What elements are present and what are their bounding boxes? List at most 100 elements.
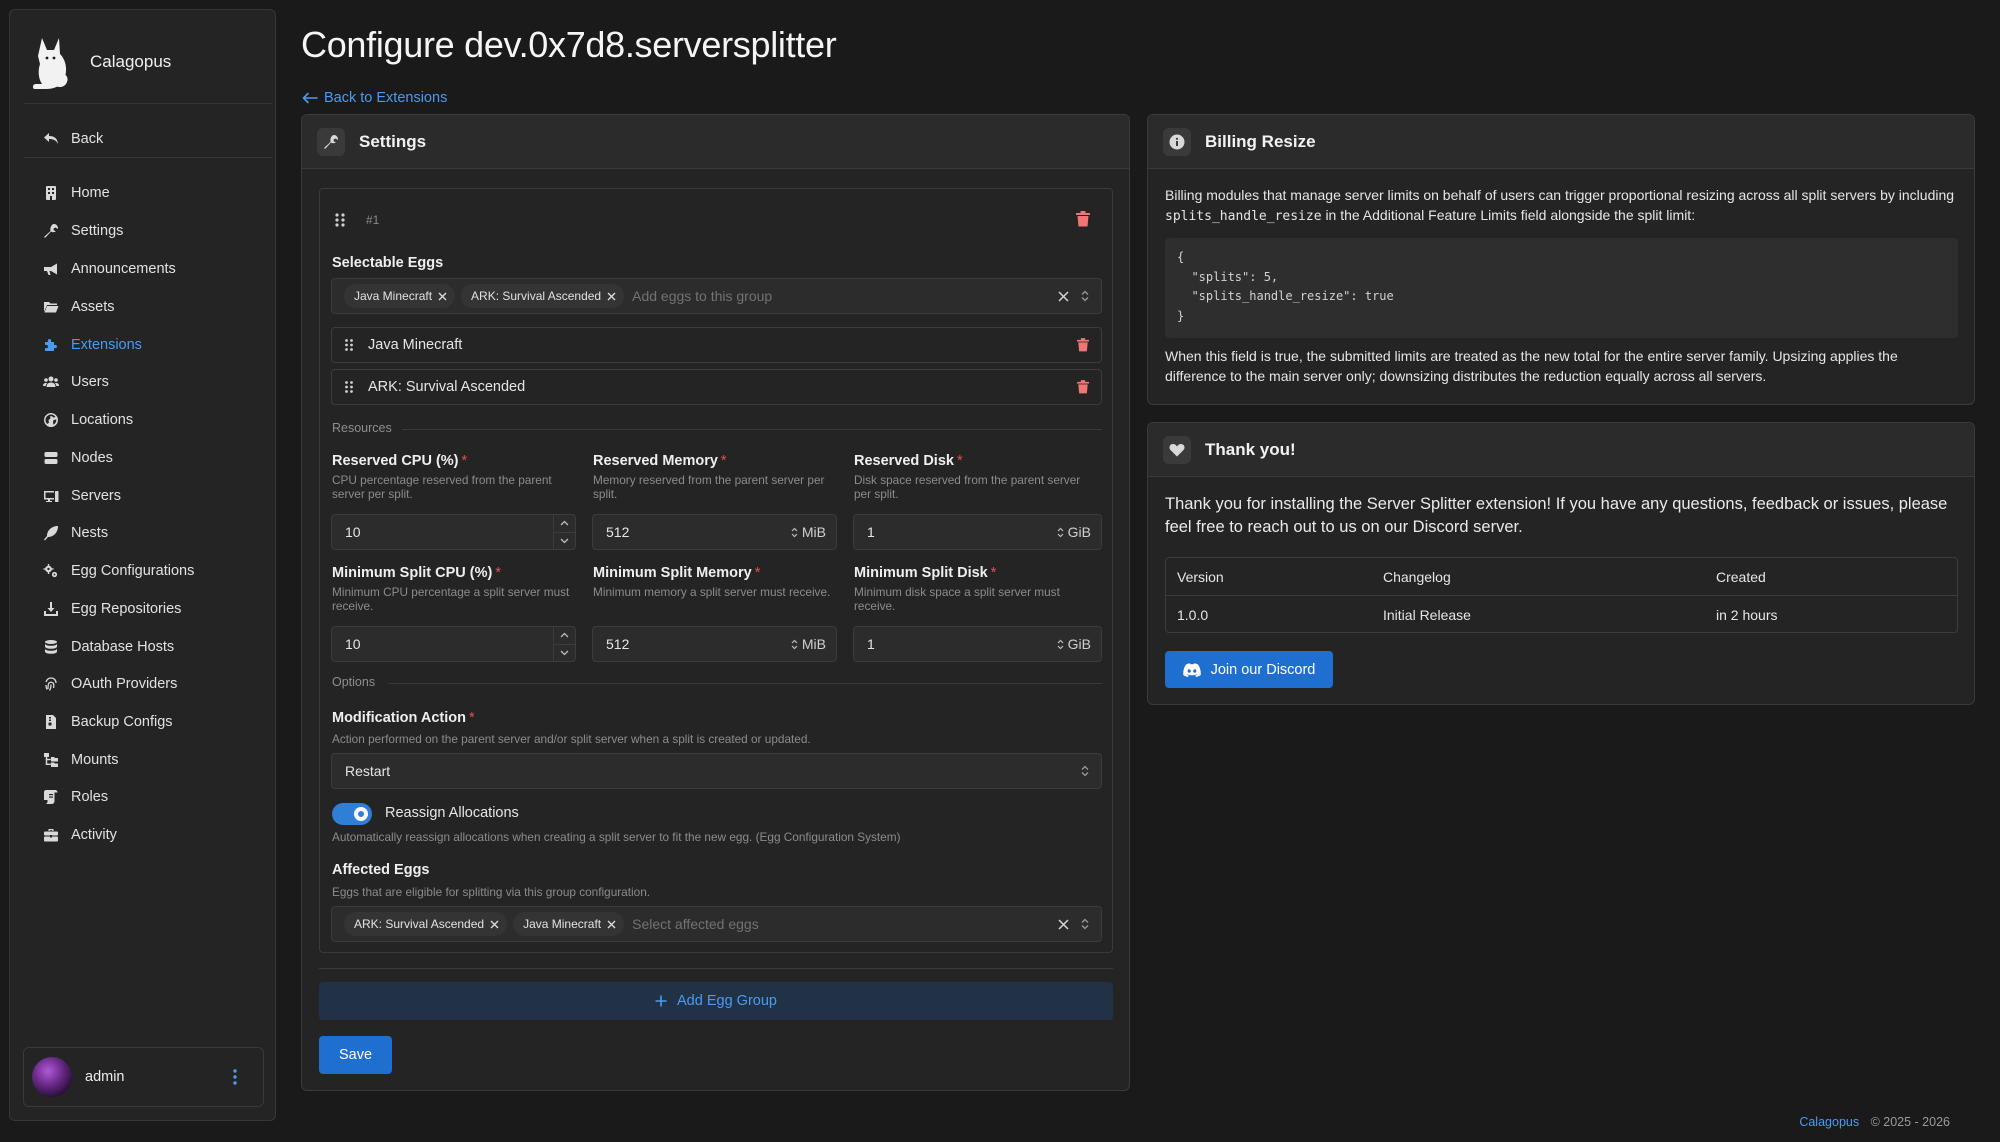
delete-egg-trash-icon[interactable] — [1077, 380, 1089, 394]
chevron-updown-icon[interactable] — [1081, 918, 1089, 930]
min-split-cpu-input[interactable]: 10 — [331, 626, 576, 662]
delete-group-trash-icon[interactable] — [1076, 211, 1090, 232]
chip-label: Java Minecraft — [354, 289, 433, 303]
drag-handle-icon[interactable] — [334, 212, 346, 233]
chevron-down-icon[interactable] — [554, 533, 575, 550]
egg-list-label: Java Minecraft — [368, 337, 463, 353]
add-egg-group-button[interactable]: Add Egg Group — [319, 982, 1113, 1020]
reassign-allocations-label: Reassign Allocations — [385, 805, 519, 821]
chevron-updown-icon[interactable] — [791, 639, 798, 650]
group-index: #1 — [366, 213, 380, 227]
sidebar-item-settings[interactable]: Settings — [32, 216, 272, 246]
remove-chip-icon[interactable] — [607, 920, 616, 929]
field-description: CPU percentage reserved from the parent … — [332, 473, 552, 501]
reserved-cpu-input[interactable]: 10 — [331, 514, 576, 550]
back-to-extensions-link[interactable]: Back to Extensions — [302, 90, 447, 106]
sidebar-back-label: Back — [71, 131, 104, 147]
sidebar-item-oauth-providers[interactable]: OAuth Providers — [32, 669, 272, 699]
sidebar-item-users[interactable]: Users — [32, 367, 272, 397]
save-button[interactable]: Save — [319, 1036, 392, 1074]
clear-icon[interactable] — [1058, 918, 1069, 930]
sidebar-item-label: Mounts — [71, 752, 119, 768]
sidebar-back-button[interactable]: Back — [32, 124, 272, 154]
drag-handle-icon[interactable] — [344, 380, 354, 394]
affected-eggs-multiselect[interactable]: ARK: Survival Ascended Java Minecraft Se… — [331, 906, 1102, 942]
sidebar-item-egg-repositories[interactable]: Egg Repositories — [32, 594, 272, 624]
brand[interactable]: Calagopus — [28, 34, 171, 90]
number-stepper[interactable] — [553, 515, 575, 549]
chevron-updown-icon[interactable] — [1081, 765, 1089, 777]
fox-logo-icon — [32, 38, 68, 89]
chevron-updown-icon[interactable] — [1057, 639, 1064, 650]
chevron-up-icon[interactable] — [554, 515, 575, 533]
sidebar: Calagopus Back Home Settings Announcemen… — [9, 9, 276, 1121]
kebab-menu-icon[interactable] — [225, 1065, 245, 1089]
join-discord-button[interactable]: Join our Discord — [1165, 651, 1333, 688]
sidebar-item-servers[interactable]: Servers — [32, 481, 272, 511]
chevron-updown-icon[interactable] — [1057, 527, 1064, 538]
selectable-eggs-multiselect[interactable]: Java Minecraft ARK: Survival Ascended Ad… — [331, 278, 1102, 314]
delete-egg-trash-icon[interactable] — [1077, 338, 1089, 352]
remove-chip-icon[interactable] — [490, 920, 499, 929]
billing-intro-after: in the Additional Feature Limits field a… — [1325, 207, 1696, 223]
chevron-updown-icon[interactable] — [1081, 290, 1089, 302]
field-description: Minimum memory a split server must recei… — [593, 585, 831, 599]
egg-chip: Java Minecraft — [513, 912, 625, 936]
field-label-text: Reserved Memory — [593, 453, 718, 469]
users-icon — [42, 374, 59, 391]
min-split-disk-input[interactable]: 1 GiB — [853, 626, 1102, 662]
remove-chip-icon[interactable] — [438, 292, 447, 301]
reserved-memory-input[interactable]: 512 MiB — [592, 514, 837, 550]
table-cell: Initial Release — [1383, 607, 1471, 623]
user-card[interactable]: admin — [23, 1047, 264, 1107]
number-stepper[interactable] — [553, 627, 575, 661]
affected-eggs-description: Eggs that are eligible for splitting via… — [332, 885, 651, 899]
remove-chip-icon[interactable] — [607, 292, 616, 301]
sidebar-item-label: Servers — [71, 488, 121, 504]
chevron-up-icon[interactable] — [554, 627, 575, 645]
min-split-memory-value: 512 — [606, 636, 630, 652]
avatar[interactable] — [32, 1057, 72, 1097]
sidebar-item-label: Nests — [71, 525, 109, 541]
modification-action-select[interactable]: Restart — [331, 753, 1102, 789]
clear-icon[interactable] — [1058, 290, 1069, 302]
sidebar-item-activity[interactable]: Activity — [32, 820, 272, 850]
sidebar-item-locations[interactable]: Locations — [32, 405, 272, 435]
unit-label: GiB — [1067, 524, 1091, 540]
footer-brand-link[interactable]: Calagopus — [1799, 1115, 1859, 1129]
sidebar-item-label: Locations — [71, 412, 134, 428]
reserved-disk-input[interactable]: 1 GiB — [853, 514, 1102, 550]
required-asterisk: * — [461, 453, 468, 469]
discord-icon — [1182, 662, 1201, 677]
sidebar-divider — [24, 103, 272, 104]
reserved-disk-value: 1 — [867, 524, 875, 540]
sidebar-item-database-hosts[interactable]: Database Hosts — [32, 632, 272, 662]
download-icon — [42, 601, 59, 618]
sidebar-item-announcements[interactable]: Announcements — [32, 254, 272, 284]
field-label-text: Modification Action — [332, 710, 466, 726]
sidebar-item-home[interactable]: Home — [32, 178, 272, 208]
sidebar-item-mounts[interactable]: Mounts — [32, 745, 272, 775]
table-cell: 1.0.0 — [1177, 607, 1209, 623]
sidebar-item-label: Egg Configurations — [71, 563, 195, 579]
egg-list-item[interactable]: Java Minecraft — [331, 327, 1102, 363]
egg-group-card: #1 Selectable Eggs Java Minecraft ARK: S… — [319, 188, 1113, 953]
reassign-allocations-toggle[interactable] — [332, 803, 372, 825]
field-label: Minimum Split CPU (%) * — [332, 565, 577, 581]
sidebar-item-egg-configurations[interactable]: Egg Configurations — [32, 556, 272, 586]
plus-icon — [655, 995, 667, 1007]
chevron-updown-icon[interactable] — [791, 527, 798, 538]
sidebar-item-extensions[interactable]: Extensions — [32, 330, 272, 360]
sidebar-item-backup-configs[interactable]: Backup Configs — [32, 707, 272, 737]
min-split-memory-input[interactable]: 512 MiB — [592, 626, 837, 662]
drag-handle-icon[interactable] — [344, 338, 354, 352]
affected-eggs-label: Affected Eggs — [332, 862, 430, 878]
sidebar-item-assets[interactable]: Assets — [32, 292, 272, 322]
chevron-down-icon[interactable] — [554, 645, 575, 662]
sidebar-item-roles[interactable]: Roles — [32, 782, 272, 812]
egg-list-item[interactable]: ARK: Survival Ascended — [331, 369, 1102, 405]
sidebar-item-nodes[interactable]: Nodes — [32, 443, 272, 473]
field-label-text: Minimum Split Disk — [854, 565, 988, 581]
undo-icon — [42, 131, 59, 148]
sidebar-item-nests[interactable]: Nests — [32, 518, 272, 548]
